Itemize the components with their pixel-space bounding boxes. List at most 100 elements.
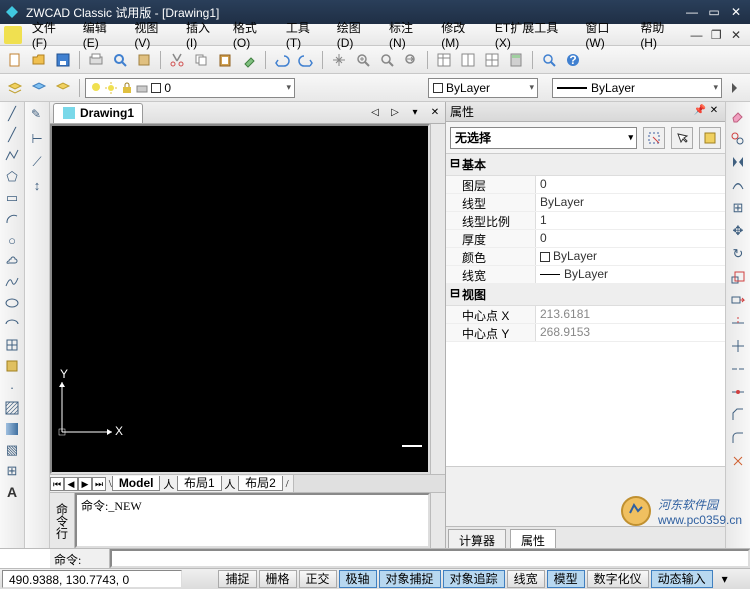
zoom-window-button[interactable] [376,49,398,71]
menu-window[interactable]: 窗口(W) [579,17,634,52]
layer-dropdown[interactable]: 0 [85,78,295,98]
osnap-toggle[interactable]: 对象捕捉 [379,570,441,588]
dim-style2-button[interactable]: ↕ [27,175,47,195]
close-button[interactable]: ✕ [726,4,746,20]
save-button[interactable] [52,49,74,71]
prop-thickness[interactable]: 厚度0 [446,230,725,248]
line-tool[interactable]: ╱ [2,104,22,124]
cut-button[interactable] [166,49,188,71]
command-scroll[interactable] [430,493,445,548]
scrollbar-horizontal[interactable] [293,475,445,492]
spline-tool[interactable] [2,272,22,292]
menu-view[interactable]: 视图(V) [128,17,180,52]
menu-edit[interactable]: 编辑(E) [77,17,129,52]
dim-aligned-button[interactable]: ⟋ [27,152,47,172]
selection-dropdown[interactable]: 无选择 [450,127,637,149]
redo-button[interactable] [295,49,317,71]
layer-manager-button[interactable] [4,77,26,99]
plot-button[interactable] [85,49,107,71]
grid-toggle[interactable]: 栅格 [259,570,297,588]
prop-linetype[interactable]: 线型ByLayer [446,194,725,212]
layout-next-button[interactable]: ▶ [78,477,92,491]
tab-properties[interactable]: 属性 [510,529,556,548]
join-tool[interactable] [728,382,748,402]
polyline-tool[interactable] [2,146,22,166]
revcloud-tool[interactable] [2,251,22,271]
maximize-button[interactable]: ▭ [704,4,724,20]
dim-style-button[interactable]: ✎ [27,106,47,126]
mdi-restore-button[interactable]: ❐ [706,27,726,43]
designcenter-button[interactable] [457,49,479,71]
prop-centerx[interactable]: 中心点 X213.6181 [446,306,725,324]
circle-tool[interactable]: ○ [2,230,22,250]
select-objects-button[interactable] [671,127,693,149]
otrack-toggle[interactable]: 对象追踪 [443,570,505,588]
zoom-prev-button[interactable] [400,49,422,71]
offset-tool[interactable] [728,175,748,195]
table-tool[interactable]: ⊞ [2,461,22,481]
array-tool[interactable]: ⊞ [728,198,748,218]
snap-toggle[interactable]: 捕捉 [218,570,256,588]
break-tool[interactable] [728,359,748,379]
ortho-toggle[interactable]: 正交 [299,570,337,588]
linetype-dropdown[interactable]: ByLayer [552,78,722,98]
scrollbar-vertical[interactable] [430,124,445,474]
hatch-tool[interactable] [2,398,22,418]
linetype-other-button[interactable] [724,77,746,99]
menu-et[interactable]: ET扩展工具(X) [489,17,580,52]
quick-select-button[interactable] [643,127,665,149]
layer-states-button[interactable] [52,77,74,99]
command-history[interactable]: 命令:_NEW [75,493,430,548]
tab-menu-button[interactable]: ▾ [407,105,423,121]
tab-calculator[interactable]: 计算器 [448,529,506,548]
command-input[interactable] [110,549,750,568]
prop-color[interactable]: 颜色ByLayer [446,248,725,266]
copy-tool[interactable] [728,129,748,149]
copy-button[interactable] [190,49,212,71]
xline-tool[interactable]: ╱ [2,125,22,145]
zoom-extents-button[interactable] [538,49,560,71]
digitizer-toggle[interactable]: 数字化仪 [587,570,649,588]
layout-1-tab[interactable]: 布局1 [177,476,222,491]
mdi-minimize-button[interactable]: — [687,27,707,43]
color-dropdown[interactable]: ByLayer [428,78,538,98]
scale-tool[interactable] [728,267,748,287]
extend-tool[interactable] [728,336,748,356]
pickadd-button[interactable] [699,127,721,149]
layout-first-button[interactable]: ⏮ [50,477,64,491]
app-icon[interactable] [4,26,22,44]
polygon-tool[interactable]: ⬠ [2,167,22,187]
category-view[interactable]: ⊟视图 [446,284,725,306]
status-menu-icon[interactable]: ▾ [722,572,728,586]
pan-button[interactable] [328,49,350,71]
drawing-canvas[interactable]: X Y [50,124,430,474]
dim-linear-button[interactable]: ⊢ [27,129,47,149]
new-button[interactable] [4,49,26,71]
tab-left-button[interactable]: ◁ [367,105,383,121]
layout-prev-button[interactable]: ◀ [64,477,78,491]
coords-display[interactable]: 490.9388, 130.7743, 0 [2,570,182,588]
layer-prev-button[interactable] [28,77,50,99]
move-tool[interactable]: ✥ [728,221,748,241]
trim-tool[interactable] [728,313,748,333]
point-tool[interactable]: · [2,377,22,397]
menu-modify[interactable]: 修改(M) [435,17,489,52]
menu-insert[interactable]: 插入(I) [180,17,227,52]
open-button[interactable] [28,49,50,71]
publish-button[interactable] [133,49,155,71]
properties-button[interactable] [433,49,455,71]
explode-tool[interactable] [728,451,748,471]
match-button[interactable] [238,49,260,71]
zoom-in-button[interactable] [352,49,374,71]
chamfer-tool[interactable] [728,405,748,425]
rectangle-tool[interactable]: ▭ [2,188,22,208]
prop-ltscale[interactable]: 线型比例1 [446,212,725,230]
paste-button[interactable] [214,49,236,71]
menu-file[interactable]: 文件(F) [26,17,77,52]
mtext-tool[interactable]: A [2,482,22,502]
toolpalettes-button[interactable] [481,49,503,71]
layout-2-tab[interactable]: 布局2 [238,476,283,491]
undo-button[interactable] [271,49,293,71]
help-button[interactable]: ? [562,49,584,71]
make-block-tool[interactable] [2,356,22,376]
